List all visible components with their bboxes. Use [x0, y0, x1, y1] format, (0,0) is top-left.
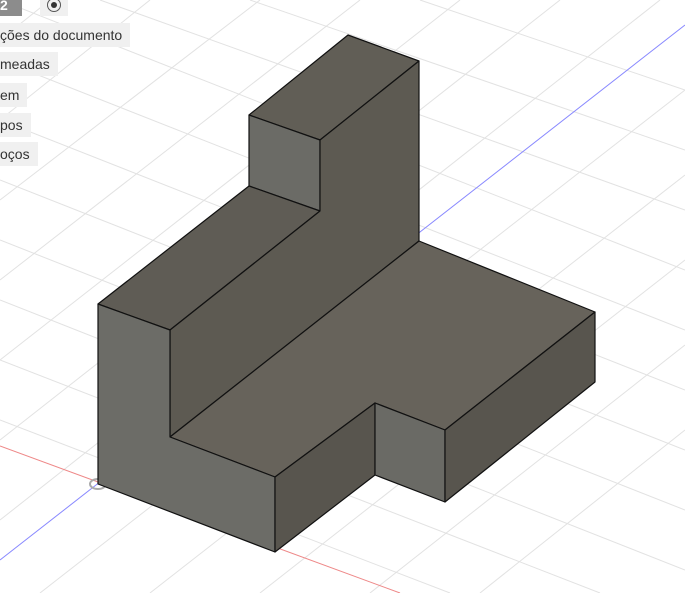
browser-item-sketches[interactable]: oços [0, 142, 38, 166]
active-document-radio[interactable] [40, 0, 68, 16]
3d-viewport[interactable] [0, 0, 685, 593]
radio-icon [47, 0, 61, 12]
browser-item-named-views[interactable]: meadas [0, 52, 58, 76]
browser-item-document-settings[interactable]: ções do documento [0, 23, 131, 47]
document-title[interactable]: 2 v1 [0, 0, 22, 35]
browser-item-origin[interactable]: em [0, 83, 28, 107]
browser-item-bodies[interactable]: pos [0, 113, 31, 137]
